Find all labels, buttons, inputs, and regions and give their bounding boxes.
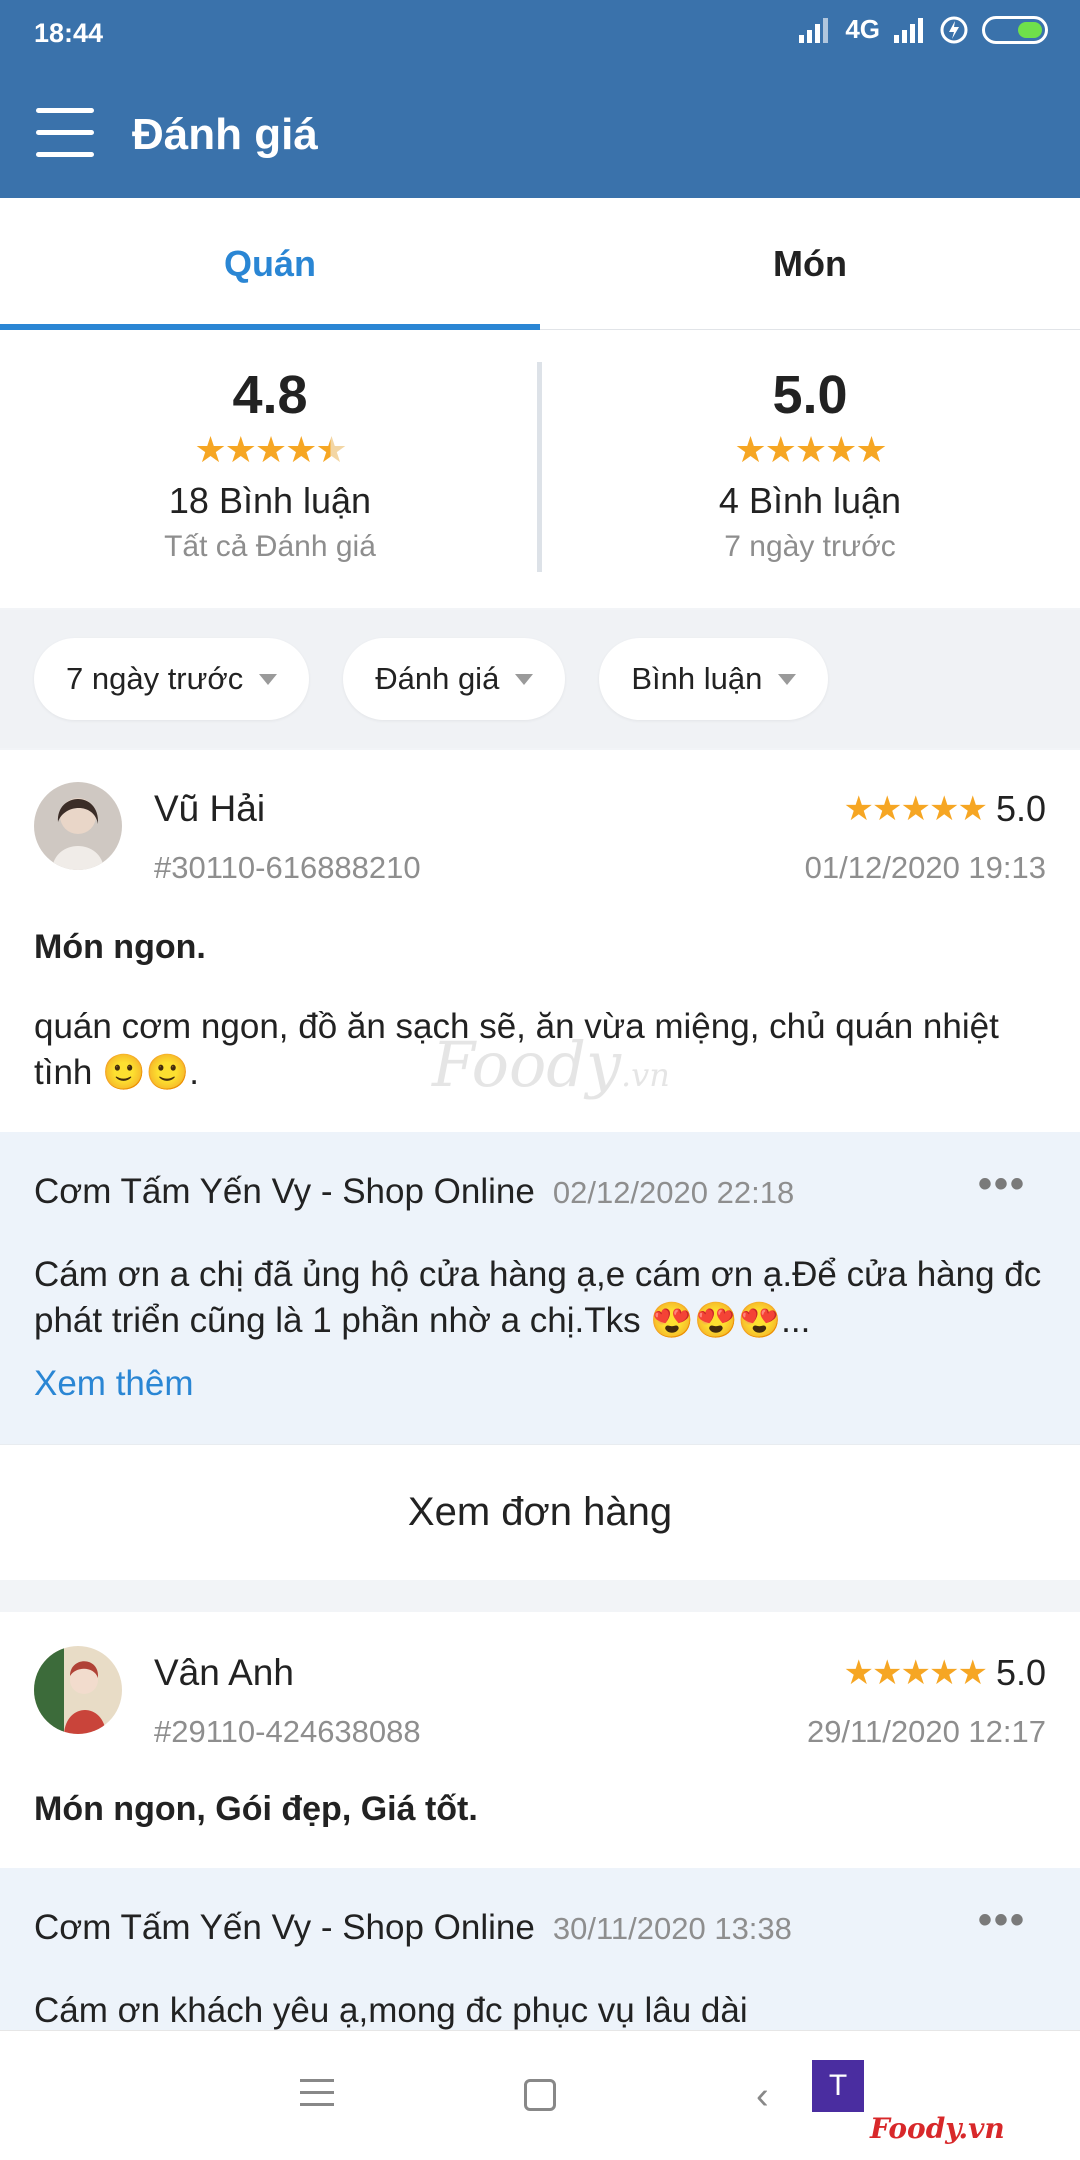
tab-mon[interactable]: Món [540, 198, 1080, 330]
review-rating: ★★★★★ 5.0 [844, 1652, 1046, 1694]
summary-score: 5.0 [772, 365, 848, 425]
reply-date: 30/11/2020 13:38 [552, 1911, 792, 1946]
review-rating: ★★★★★ 5.0 [844, 788, 1046, 830]
rating-value: 5.0 [995, 1652, 1046, 1693]
star-rating-icon: ★★★★★ [843, 790, 988, 828]
star-rating-icon: ★★★★★ [734, 429, 887, 470]
filter-label: Bình luận [631, 661, 763, 696]
signal-icon [799, 17, 829, 43]
summary-recent[interactable]: 5.0 ★★★★★ 4 Bình luận 7 ngày trước [540, 330, 1080, 608]
reviewer-name[interactable]: Vũ Hải [154, 788, 265, 830]
summary-count: 18 Bình luận [168, 480, 372, 521]
shop-name[interactable]: Cơm Tấm Yến Vy - Shop Online [34, 1908, 535, 1947]
watermark-text: Foody [432, 1028, 621, 1101]
shop-reply: Cơm Tấm Yến Vy - Shop Online 30/11/2020 1… [0, 1868, 1080, 2030]
reply-text: Cám ơn khách yêu ạ,mong đc phục vụ lâu d… [34, 1991, 748, 2030]
shop-name[interactable]: Cơm Tấm Yến Vy - Shop Online [34, 1172, 535, 1211]
star-rating-icon: ★★★★★ [843, 1654, 988, 1692]
order-id: #29110-424638088 [154, 1714, 421, 1749]
network-type: 4G [845, 14, 880, 44]
avatar[interactable] [34, 782, 122, 870]
battery-icon [982, 15, 1048, 44]
avatar[interactable] [34, 1646, 122, 1734]
summary-score: 4.8 [232, 365, 308, 425]
star-rating-icon: ★★★★★ [194, 429, 347, 470]
signal-icon-2 [894, 17, 923, 43]
review-title: Món ngon, Gói đẹp, Giá tốt. [34, 1790, 478, 1828]
more-options-icon[interactable]: ••• [978, 1162, 1026, 1207]
reply-text: Cám ơn a chị đã ủng hộ cửa hàng ạ,e cám … [34, 1255, 1042, 1340]
order-id: #30110-616888210 [154, 850, 421, 885]
review-title: Món ngon. [34, 928, 206, 966]
see-more-link[interactable]: Xem thêm [34, 1364, 194, 1404]
shop-reply: Cơm Tấm Yến Vy - Shop Online 02/12/2020 2… [0, 1132, 1080, 1444]
review-date: 29/11/2020 12:17 [806, 1714, 1046, 1749]
recent-apps-icon[interactable] [300, 2079, 334, 2115]
view-order-button[interactable]: Xem đơn hàng [0, 1444, 1080, 1580]
filter-time-dropdown[interactable]: 7 ngày trước [34, 638, 310, 720]
chevron-down-icon [515, 673, 534, 685]
summary-sub: 7 ngày trước [724, 530, 896, 563]
summary-all[interactable]: 4.8 ★★★★★ 18 Bình luận Tất cả Đánh giá [0, 330, 540, 608]
home-icon[interactable] [524, 2079, 556, 2111]
rating-summary: 4.8 ★★★★★ 18 Bình luận Tất cả Đánh giá 5… [0, 330, 1080, 608]
review-card: Vân Anh #29110-424638088 ★★★★★ 5.0 29/11/… [0, 1612, 1080, 1868]
filter-label: Đánh giá [375, 661, 500, 696]
reply-date: 02/12/2020 22:18 [552, 1175, 795, 1210]
brand-logo: T [812, 2060, 864, 2112]
divider [537, 362, 542, 572]
filter-label: 7 ngày trước [66, 661, 244, 696]
more-options-icon[interactable]: ••• [978, 1898, 1026, 1943]
app-header: 18:44 4G Đánh giá [0, 0, 1080, 198]
chevron-down-icon [778, 673, 797, 685]
back-icon[interactable]: ‹ [756, 2075, 769, 2118]
charging-icon [940, 16, 968, 43]
status-icons: 4G [799, 14, 1048, 45]
filter-rating-dropdown[interactable]: Đánh giá [343, 638, 566, 720]
tab-bar: Quán Món [0, 198, 1080, 330]
filter-bar: 7 ngày trước Đánh giá Bình luận [0, 610, 1080, 748]
summary-count: 4 Bình luận [718, 480, 902, 521]
watermark-suffix: .vn [621, 1056, 670, 1094]
foody-watermark: Foody.vn [432, 1028, 670, 1101]
chevron-down-icon [259, 673, 278, 685]
filter-comment-dropdown[interactable]: Bình luận [599, 638, 829, 720]
tab-quan[interactable]: Quán [0, 198, 540, 330]
menu-icon[interactable] [36, 108, 94, 158]
reply-header: Cơm Tấm Yến Vy - Shop Online 30/11/2020 1… [34, 1908, 792, 1948]
review-date: 01/12/2020 19:13 [804, 850, 1046, 885]
rating-value: 5.0 [995, 788, 1046, 829]
summary-sub: Tất cả Đánh giá [164, 530, 376, 563]
status-time: 18:44 [34, 18, 104, 48]
reviewer-name[interactable]: Vân Anh [154, 1652, 294, 1694]
foody-logo: Foody.vn [870, 2112, 1005, 2145]
page-title: Đánh giá [132, 110, 318, 159]
reply-header: Cơm Tấm Yến Vy - Shop Online 02/12/2020 2… [34, 1172, 794, 1212]
